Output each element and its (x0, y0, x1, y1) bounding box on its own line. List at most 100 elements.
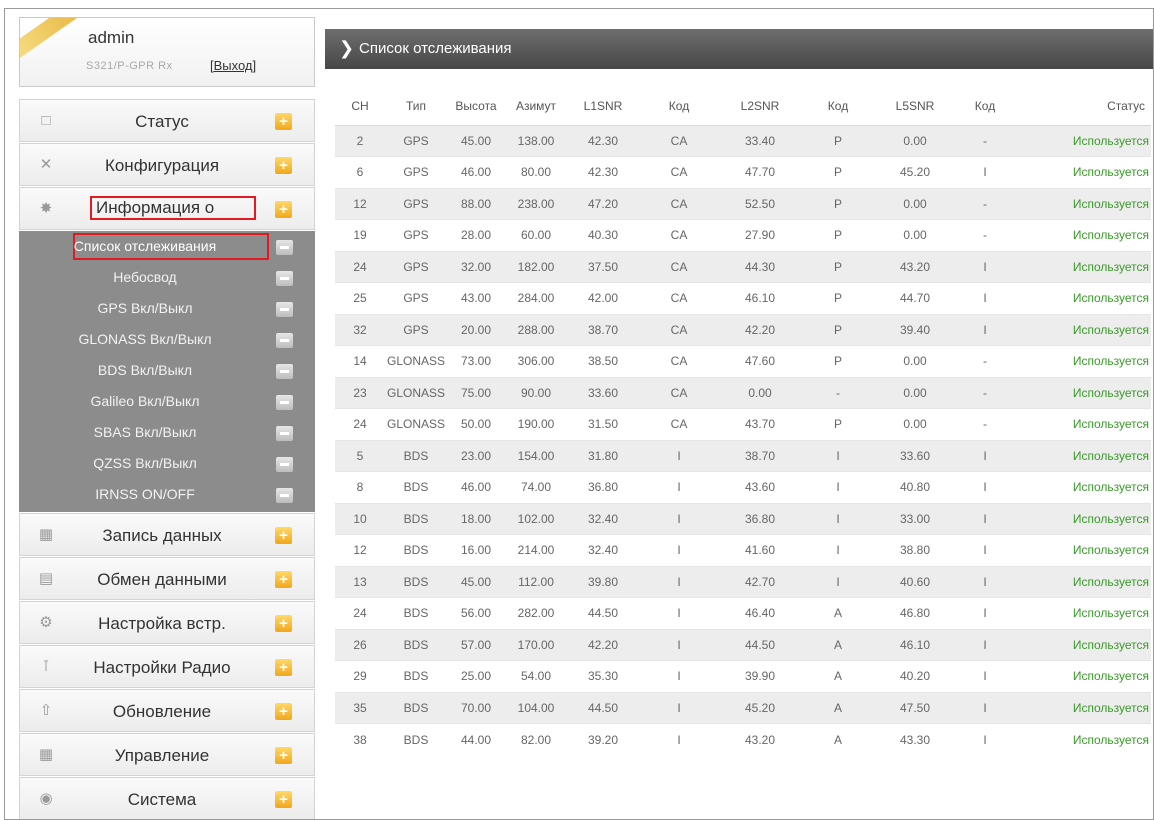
table-cell: 0.00 (719, 376, 801, 409)
status-cell: Используется (1015, 124, 1151, 157)
table-cell: I (955, 313, 1015, 346)
menu-item-information[interactable]: ✸ Информация о + (19, 187, 315, 230)
table-cell: P (801, 156, 875, 188)
collapse-minus-icon[interactable] (276, 426, 293, 441)
collapse-minus-icon[interactable] (276, 364, 293, 379)
submenu-item-qzss-toggle[interactable]: QZSS Вкл/Выкл (19, 449, 315, 480)
submenu-item-galileo-toggle[interactable]: Galileo Вкл/Выкл (19, 387, 315, 418)
menu-item-data-recording[interactable]: ▦ Запись данных + (19, 513, 315, 556)
menu-item-update[interactable]: ⇧ Обновление + (19, 689, 315, 732)
column-header: Азимут (505, 87, 567, 126)
status-cell: Используется (1015, 282, 1151, 314)
menu-item-configuration[interactable]: ✕ Конфигурация + (19, 143, 315, 186)
submenu-item-irnss-toggle[interactable]: IRNSS ON/OFF (19, 480, 315, 511)
table-cell: 2 (335, 124, 385, 157)
table-cell: 33.00 (875, 502, 955, 535)
table-cell: 104.00 (505, 691, 567, 724)
table-cell: 45.20 (719, 691, 801, 724)
expand-plus-icon[interactable]: + (275, 201, 292, 218)
collapse-minus-icon[interactable] (276, 488, 293, 503)
status-cell: Используется (1015, 534, 1151, 566)
menu-item-data-exchange[interactable]: ▤ Обмен данными + (19, 557, 315, 600)
expand-plus-icon[interactable]: + (275, 659, 292, 676)
expand-plus-icon[interactable]: + (275, 113, 292, 130)
table-cell: 44.00 (447, 723, 505, 755)
table-cell: GPS (385, 187, 447, 220)
logout-link[interactable]: [Выход] (210, 58, 256, 73)
status-cell: Используется (1015, 723, 1151, 755)
table-cell: I (955, 534, 1015, 566)
table-cell: - (955, 187, 1015, 220)
table-cell: BDS (385, 628, 447, 661)
expand-plus-icon[interactable]: + (275, 157, 292, 174)
user-ribbon-decoration (20, 18, 85, 65)
column-header: Тип (385, 87, 447, 126)
expand-plus-icon[interactable]: + (275, 747, 292, 764)
collapse-minus-icon[interactable] (276, 457, 293, 472)
table-cell: 42.30 (567, 156, 639, 188)
table-cell: 42.20 (719, 313, 801, 346)
computer-icon: ▤ (38, 570, 54, 587)
expand-plus-icon[interactable]: + (275, 527, 292, 544)
table-cell: 54.00 (505, 660, 567, 692)
collapse-minus-icon[interactable] (276, 333, 293, 348)
collapse-minus-icon[interactable] (276, 271, 293, 286)
table-cell: BDS (385, 691, 447, 724)
table-cell: - (955, 408, 1015, 440)
menu-item-radio-settings[interactable]: ⊺ Настройки Радио + (19, 645, 315, 688)
submenu-item-label: SBAS Вкл/Выкл (93, 424, 197, 440)
submenu-item-bds-toggle[interactable]: BDS Вкл/Выкл (19, 356, 315, 387)
table-cell: GPS (385, 124, 447, 157)
table-row: 19 GPS 28.00 60.00 40.30 CA 27.90 P 0.00- Использ… (335, 219, 1151, 251)
table-cell: 42.70 (719, 565, 801, 598)
table-cell: 25.00 (447, 660, 505, 692)
table-cell: 37.50 (567, 250, 639, 283)
menu-item-builtin-settings[interactable]: ⚙ Настройка встр. + (19, 601, 315, 644)
table-cell: 60.00 (505, 219, 567, 251)
submenu-item-tracking-list[interactable]: Список отслеживания (19, 232, 315, 263)
table-cell: 20.00 (447, 313, 505, 346)
table-cell: 47.20 (567, 187, 639, 220)
expand-plus-icon[interactable]: + (275, 571, 292, 588)
menu-item-management[interactable]: ▦ Управление + (19, 733, 315, 776)
expand-plus-icon[interactable]: + (275, 791, 292, 808)
column-header: Код (955, 87, 1015, 126)
table-cell: 19 (335, 219, 385, 251)
table-cell: 38.70 (567, 313, 639, 346)
column-header: Код (639, 87, 719, 126)
table-cell: I (955, 439, 1015, 472)
table-cell: 0.00 (875, 124, 955, 157)
table-cell: A (801, 691, 875, 724)
table-cell: 214.00 (505, 534, 567, 566)
submenu-item-skyplot[interactable]: Небосвод (19, 263, 315, 294)
table-cell: 44.50 (567, 597, 639, 629)
collapse-minus-icon[interactable] (276, 302, 293, 317)
table-cell: 80.00 (505, 156, 567, 188)
table-cell: 38.50 (567, 345, 639, 377)
collapse-minus-icon[interactable] (276, 240, 293, 255)
table-body: 2 GPS 45.00 138.00 42.30 CA 33.40 P 0.00- Использ… (335, 124, 1151, 755)
table-cell: I (639, 471, 719, 503)
submenu-item-sbas-toggle[interactable]: SBAS Вкл/Выкл (19, 418, 315, 449)
table-cell: 24 (335, 250, 385, 283)
submenu-item-glonass-toggle[interactable]: GLONASS Вкл/Выкл (19, 325, 315, 356)
menu-item-label: Система (127, 790, 197, 809)
submenu-item-gps-toggle[interactable]: GPS Вкл/Выкл (19, 294, 315, 325)
table-cell: 24 (335, 597, 385, 629)
table-cell: A (801, 628, 875, 661)
collapse-minus-icon[interactable] (276, 395, 293, 410)
table-header-row: CH Тип Высота Азимут L1SNR Код L2SNR Код… (335, 87, 1151, 126)
table-cell: 0.00 (875, 408, 955, 440)
table-cell: BDS (385, 565, 447, 598)
status-cell: Используется (1015, 471, 1151, 503)
menu-item-system[interactable]: ◉ Система + (19, 777, 315, 819)
table-cell: - (955, 124, 1015, 157)
expand-plus-icon[interactable]: + (275, 703, 292, 720)
table-cell: 38.70 (719, 439, 801, 472)
expand-plus-icon[interactable]: + (275, 615, 292, 632)
table-cell: 43.20 (875, 250, 955, 283)
table-cell: 46.80 (875, 597, 955, 629)
table-cell: 42.00 (567, 282, 639, 314)
menu-item-status[interactable]: □ Статус + (19, 99, 315, 142)
table-row: 24 BDS 56.00 282.00 44.50 I 46.40 A 46.80 I Исполь… (335, 597, 1151, 629)
